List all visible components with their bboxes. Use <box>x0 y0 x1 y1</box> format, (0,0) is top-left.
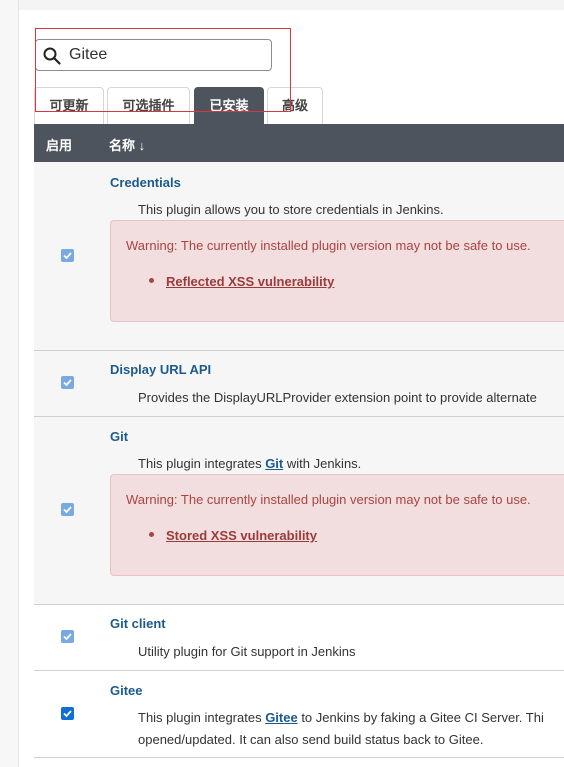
checkmark-icon <box>63 633 72 641</box>
plugin-name-link[interactable]: Credentials <box>110 175 181 190</box>
column-header-name[interactable]: 名称 ↓ <box>109 135 145 154</box>
table-row: Git This plugin integrates Git with Jenk… <box>34 417 564 605</box>
plugin-name-link[interactable]: Gitee <box>110 683 143 698</box>
plugins-table-header: 启用 名称 ↓ <box>34 124 564 162</box>
table-row: Display URL API Provides the DisplayURLP… <box>34 351 564 417</box>
plugin-description: This plugin integrates Gitee to Jenkins … <box>138 707 544 729</box>
search-icon <box>43 47 61 65</box>
table-row: Git client Utility plugin for Git suppor… <box>34 605 564 671</box>
tab-updates[interactable]: 可更新 <box>34 87 104 124</box>
enable-checkbox[interactable] <box>61 630 74 643</box>
vulnerability-link[interactable]: Reflected XSS vulnerability <box>166 274 334 289</box>
vulnerability-link[interactable]: Stored XSS vulnerability <box>166 528 317 543</box>
plugin-name-link[interactable]: Git <box>110 429 128 444</box>
column-header-enable: 启用 <box>46 138 73 153</box>
left-sidebar-edge <box>0 0 19 767</box>
tab-installed[interactable]: 已安装 <box>194 87 264 124</box>
plugin-name-link[interactable]: Git client <box>110 616 166 631</box>
tab-advanced[interactable]: 高级 <box>267 87 323 124</box>
checkmark-icon <box>63 379 72 387</box>
description-link[interactable]: Git <box>265 456 283 471</box>
security-warning: Warning: The currently installed plugin … <box>110 220 564 322</box>
warning-text: Warning: The currently installed plugin … <box>126 238 531 253</box>
plugin-description: This plugin integrates Git with Jenkins. <box>138 453 361 475</box>
table-row: Credentials This plugin allows you to st… <box>34 162 564 351</box>
plugin-description: Utility plugin for Git support in Jenkin… <box>138 644 356 659</box>
enable-checkbox[interactable] <box>61 249 74 262</box>
description-text: to Jenkins by faking a Gitee CI Server. … <box>297 710 544 725</box>
enable-checkbox[interactable] <box>61 707 74 720</box>
description-text: with Jenkins. <box>283 456 362 471</box>
plugin-name-link[interactable]: Display URL API <box>110 362 211 377</box>
search-input[interactable] <box>69 44 264 66</box>
description-link[interactable]: Gitee <box>265 710 298 725</box>
enable-checkbox[interactable] <box>61 376 74 389</box>
checkmark-icon <box>63 252 72 260</box>
top-strip <box>0 0 564 10</box>
plugin-filter-search[interactable] <box>35 39 272 71</box>
plugin-description: This plugin allows you to store credenti… <box>138 202 444 217</box>
table-row: Gitee This plugin integrates Gitee to Je… <box>34 671 564 758</box>
checkmark-icon <box>63 710 72 718</box>
bullet-icon <box>149 278 154 283</box>
plugin-description-line2: opened/updated. It can also send build s… <box>138 732 484 747</box>
checkmark-icon <box>63 506 72 514</box>
description-text: This plugin integrates <box>138 710 266 725</box>
tab-available[interactable]: 可选插件 <box>107 87 190 124</box>
description-text: This plugin integrates <box>138 456 266 471</box>
enable-checkbox[interactable] <box>61 503 74 516</box>
warning-text: Warning: The currently installed plugin … <box>126 492 531 507</box>
plugin-description: Provides the DisplayURLProvider extensio… <box>138 390 537 405</box>
security-warning: Warning: The currently installed plugin … <box>110 474 564 576</box>
bullet-icon <box>149 532 154 537</box>
